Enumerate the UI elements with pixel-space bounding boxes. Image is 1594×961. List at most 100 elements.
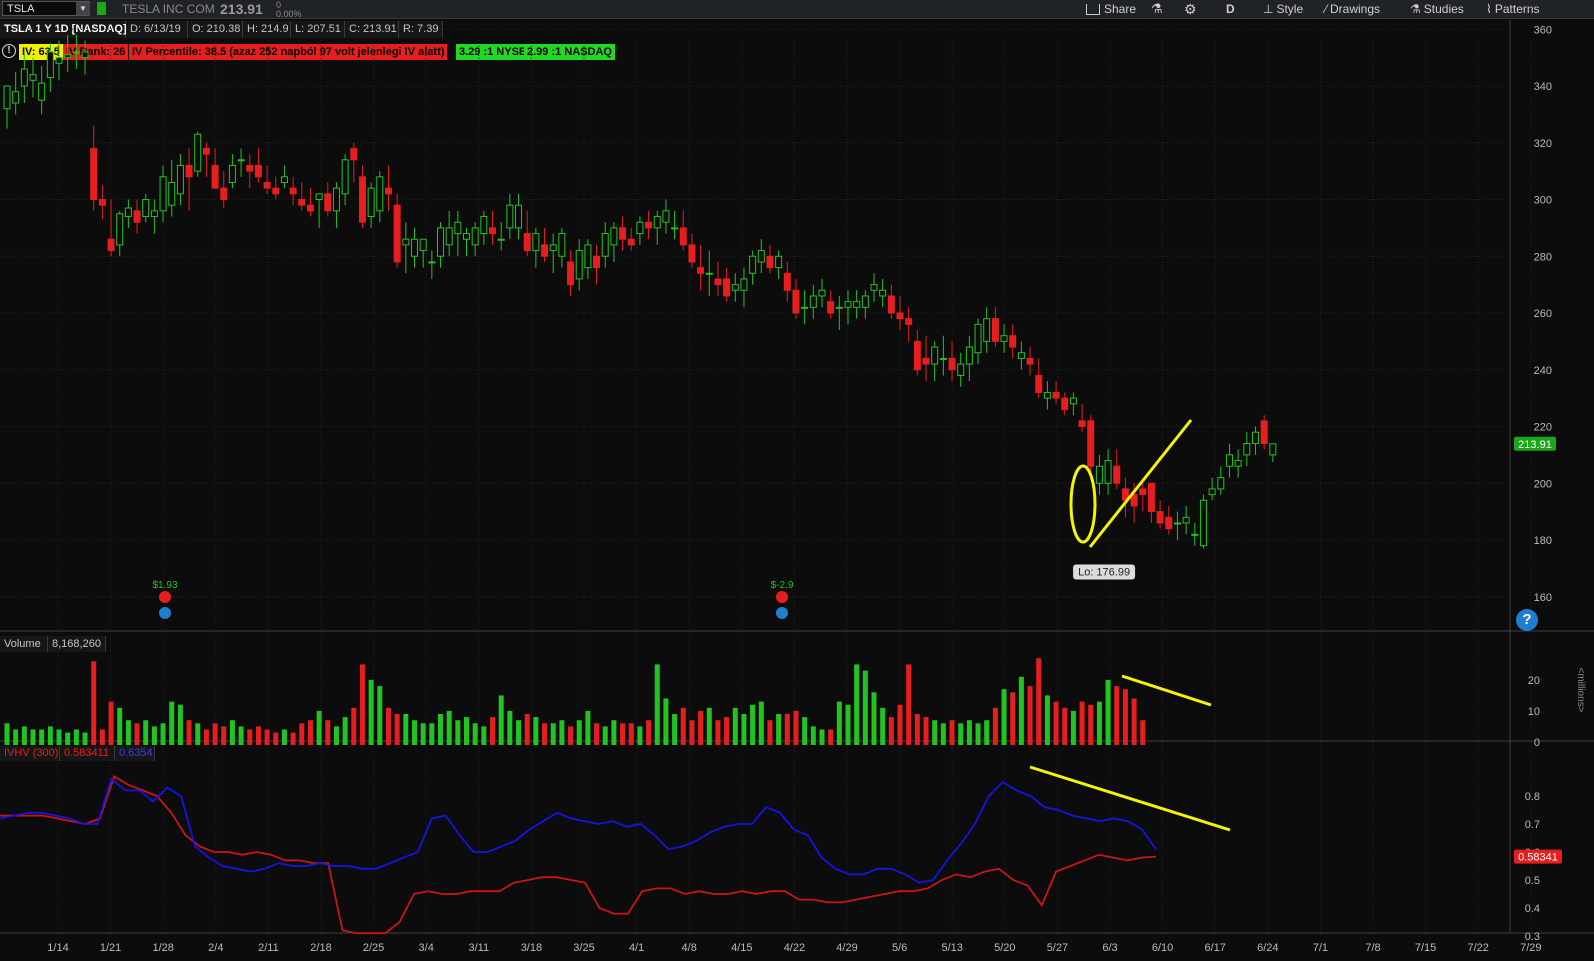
volume-bars — [4, 658, 1146, 745]
help-button[interactable]: ? — [1516, 609, 1538, 631]
volume-bar — [923, 717, 929, 745]
volume-bar — [897, 704, 903, 745]
volume-bar — [394, 714, 400, 745]
candle-body — [541, 244, 549, 257]
candle-body — [593, 255, 601, 269]
volume-bar — [1070, 710, 1076, 745]
candle-body — [211, 164, 219, 189]
volume-value: 8,168,260 — [48, 636, 106, 652]
grid-lines — [0, 20, 1594, 934]
volume-bar — [854, 664, 860, 745]
volume-bar — [533, 717, 539, 745]
flask-icon[interactable]: ⚗ — [1151, 0, 1163, 18]
x-tick-label: 6/17 — [1204, 942, 1225, 954]
candle-body — [280, 176, 288, 183]
candle-body — [679, 227, 687, 246]
candle-body — [98, 199, 106, 206]
candle-body — [1069, 397, 1077, 405]
volume-bar — [628, 723, 634, 745]
candle-body — [879, 289, 887, 297]
candle-body — [1009, 335, 1017, 348]
candle-body — [991, 318, 999, 342]
last-price-tag — [1514, 436, 1556, 451]
volume-bar — [490, 717, 496, 745]
candle-body — [142, 199, 150, 218]
candle-style-icon: ⊥ — [1263, 2, 1274, 16]
candle-body — [948, 357, 956, 371]
candle-body — [983, 318, 991, 342]
volume-bar — [446, 710, 452, 745]
candle-body — [315, 193, 323, 200]
volume-bar — [906, 664, 912, 745]
candle-body — [176, 164, 184, 195]
candle-body — [575, 250, 583, 280]
timeframe-button[interactable]: D — [1226, 0, 1235, 18]
studies-button[interactable]: ⚗ Studies — [1410, 0, 1464, 18]
ivhv-tick-label: 0.5 — [1525, 875, 1540, 887]
volume-bar — [195, 723, 201, 745]
volume-bar — [862, 670, 868, 745]
volume-bar — [1122, 689, 1128, 745]
alert-icon[interactable]: ! — [2, 44, 16, 58]
volume-bar — [464, 717, 470, 745]
candle-body — [289, 187, 297, 195]
link-icon[interactable] — [97, 2, 106, 15]
candle-body — [653, 216, 661, 229]
volume-bar — [732, 707, 738, 745]
volume-bar — [559, 720, 565, 745]
iv-rank-badge: IV Rank: 26 — [63, 44, 129, 60]
candle-body — [913, 340, 921, 371]
x-tick-label: 1/28 — [152, 942, 173, 954]
candle-body — [809, 295, 817, 308]
iv-line — [0, 777, 1157, 884]
price-tick-label: 180 — [1534, 535, 1552, 547]
hv-value: 0.583411 — [60, 746, 115, 761]
gear-icon[interactable]: ⚙ — [1184, 0, 1197, 18]
volume-bar — [1044, 695, 1050, 745]
x-tick-label: 7/1 — [1313, 942, 1328, 954]
nasdaq-ratio-badge: 2.99 :1 NASDAQ — [524, 44, 615, 60]
symbol-dropdown-button[interactable]: ▼ — [76, 2, 90, 15]
candle-body — [601, 233, 609, 257]
volume-bar — [82, 732, 88, 745]
candle-body — [549, 244, 557, 252]
volume-bar — [1062, 707, 1068, 745]
drawings-button[interactable]: ⁄ Drawings — [1325, 0, 1380, 18]
volume-bar — [229, 720, 235, 745]
volume-bar — [359, 664, 365, 745]
pencil-icon: ⁄ — [1325, 2, 1328, 16]
candle-body — [437, 227, 444, 257]
volume-bar — [47, 726, 53, 745]
volume-bar — [750, 704, 756, 745]
volume-bar — [125, 720, 131, 745]
annotation-volume-trend — [1121, 674, 1212, 707]
volume-bar — [65, 732, 71, 745]
share-button[interactable]: Share — [1086, 0, 1136, 18]
volume-bar — [39, 729, 45, 745]
candle-body — [905, 318, 913, 325]
x-tick-label: 3/11 — [469, 942, 490, 954]
x-tick-label: 7/22 — [1467, 942, 1488, 954]
patterns-button[interactable]: ⌇ Patterns — [1486, 0, 1540, 18]
candle-body — [731, 284, 739, 291]
style-button[interactable]: ⊥ Style — [1263, 0, 1303, 18]
candle-body — [272, 187, 280, 195]
candle-body — [3, 85, 11, 110]
x-tick-label: 2/4 — [208, 942, 223, 954]
chart-canvas[interactable]: 1/14 1/21 1/28 2/4 2/11 2/18 2/25 3/4 3/11 3/18 3/… — [0, 0, 1594, 961]
dividend-info-icon — [776, 607, 788, 619]
candle-body — [185, 164, 193, 178]
volume-bar — [663, 698, 669, 745]
candle-body — [619, 227, 627, 240]
open-value: O: 210.38 — [188, 21, 243, 38]
volume-bar — [307, 720, 313, 745]
candle-body — [1199, 499, 1207, 547]
candle-body — [1173, 522, 1181, 525]
candle-body — [844, 301, 852, 308]
candle-body — [697, 267, 705, 274]
x-tick-label: 4/1 — [629, 942, 644, 954]
candle-body — [367, 187, 375, 218]
earnings-phone-icon — [159, 591, 171, 603]
last-price-tag-label: 213.91 — [1518, 439, 1552, 451]
volume-bar — [888, 717, 894, 745]
